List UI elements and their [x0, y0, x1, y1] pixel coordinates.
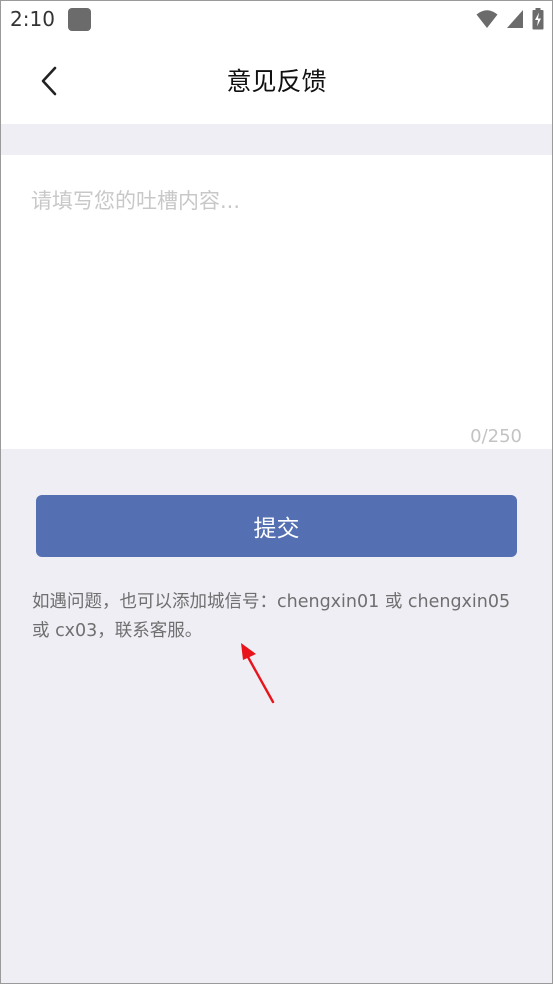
- status-icons: [476, 8, 544, 30]
- chevron-left-icon: [41, 66, 57, 96]
- support-notice: 如遇问题，也可以添加城信号：chengxin01 或 chengxin05 或 …: [32, 592, 511, 641]
- page-title: 意见反馈: [226, 67, 327, 96]
- section-divider: [1, 124, 552, 155]
- signal-icon: [507, 10, 523, 28]
- back-button[interactable]: [31, 61, 67, 101]
- wifi-icon: [476, 10, 498, 28]
- status-bar: 2:10: [1, 1, 552, 39]
- battery-charging-icon: [532, 8, 544, 30]
- annotation-arrow-icon: [241, 643, 275, 704]
- header: 意见反馈: [1, 39, 552, 124]
- app-screen: 2:10 意见反馈 0/250 提交 如遇问题，也: [0, 0, 553, 984]
- char-counter: 0/250: [470, 426, 522, 447]
- notification-icon: [68, 8, 91, 31]
- status-time: 2:10: [10, 7, 55, 31]
- feedback-card: 0/250: [1, 155, 552, 449]
- feedback-input[interactable]: [31, 185, 521, 415]
- submit-button[interactable]: 提交: [36, 495, 517, 557]
